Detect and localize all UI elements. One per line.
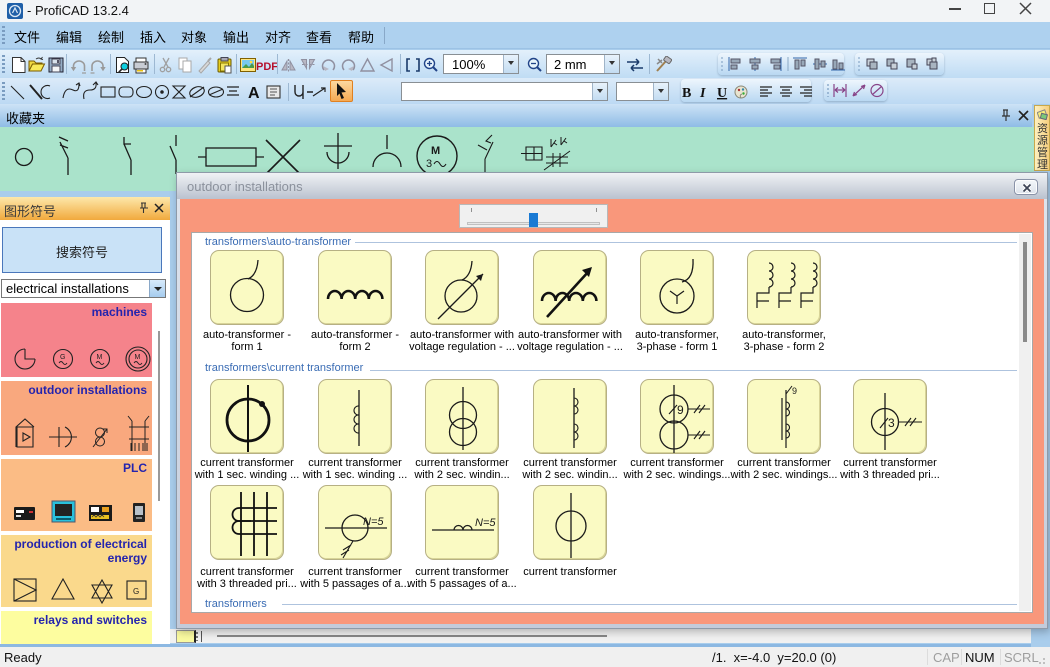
svg-text:M: M [431,145,440,157]
svg-text:9: 9 [677,403,684,417]
svg-text:N=5: N=5 [363,516,384,528]
svg-text:I: I [699,86,706,101]
svg-text:3: 3 [888,416,895,430]
svg-text:G: G [60,354,65,361]
svg-text:A: A [248,85,260,102]
svg-text:N=5: N=5 [475,517,496,529]
svg-text:3: 3 [426,158,432,170]
svg-text:G: G [133,587,139,596]
svg-text:M: M [135,354,141,361]
svg-text:PDF: PDF [256,61,278,73]
svg-text:M: M [97,354,103,361]
svg-text:U: U [717,86,727,101]
svg-text:B: B [682,86,691,101]
svg-text:9: 9 [792,386,797,396]
